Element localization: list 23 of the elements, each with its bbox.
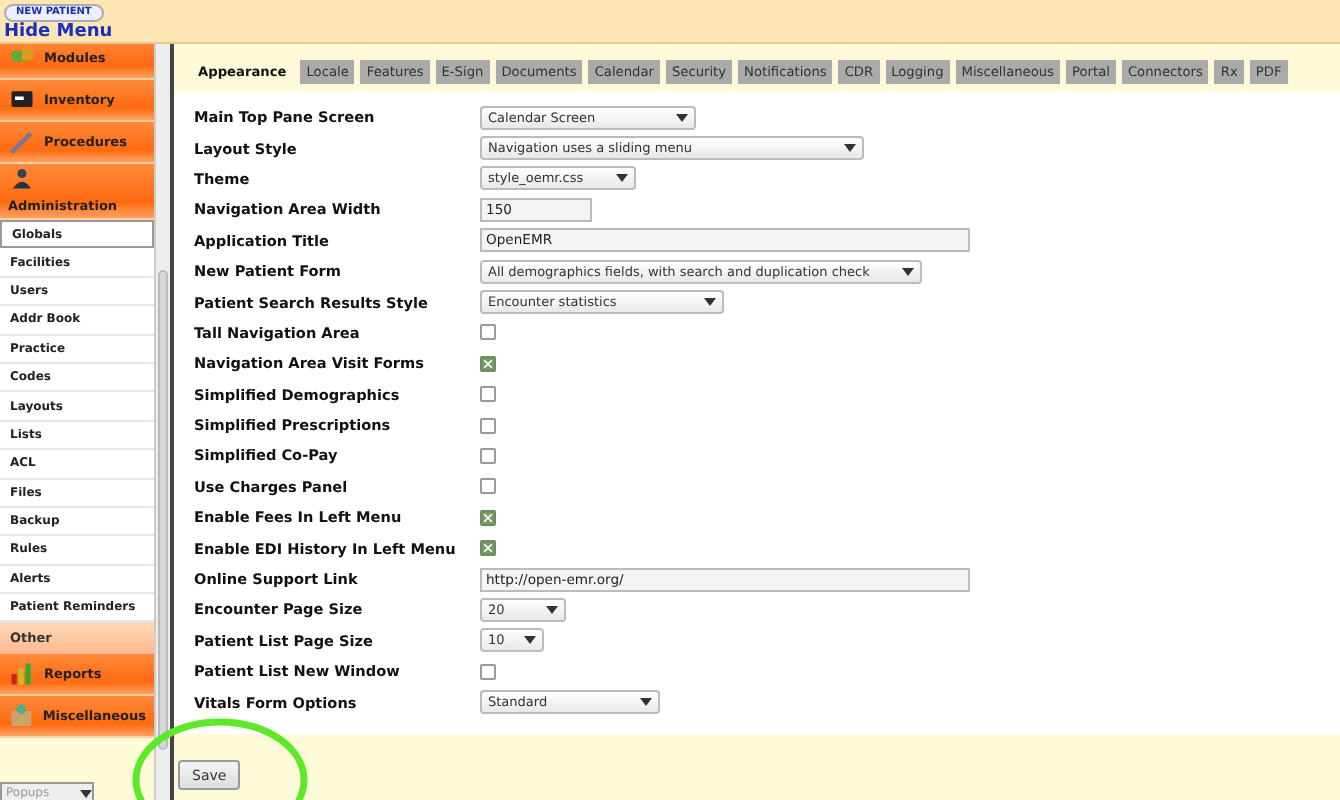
checkbox[interactable] xyxy=(480,324,496,341)
checkbox[interactable] xyxy=(480,478,496,495)
checkbox[interactable] xyxy=(480,447,496,464)
hide-menu-link[interactable]: Hide Menu xyxy=(4,22,113,42)
checkbox[interactable] xyxy=(480,417,496,434)
checkbox[interactable] xyxy=(480,509,496,526)
chart-icon xyxy=(8,660,36,689)
caret-icon xyxy=(546,605,558,614)
checkbox[interactable] xyxy=(480,386,496,403)
checkbox[interactable] xyxy=(480,540,496,557)
caret-icon xyxy=(844,144,856,153)
caret-icon xyxy=(676,113,688,122)
caret-icon xyxy=(616,174,628,183)
checkbox[interactable] xyxy=(480,355,496,372)
caret-icon xyxy=(524,636,536,645)
caret-icon xyxy=(80,789,92,797)
person-icon xyxy=(8,166,36,190)
box-icon xyxy=(8,702,35,731)
caret-icon xyxy=(902,267,914,276)
syringe-icon xyxy=(8,128,36,156)
checkbox[interactable] xyxy=(480,663,496,680)
caret-icon xyxy=(640,698,652,707)
caret-icon xyxy=(704,298,716,307)
